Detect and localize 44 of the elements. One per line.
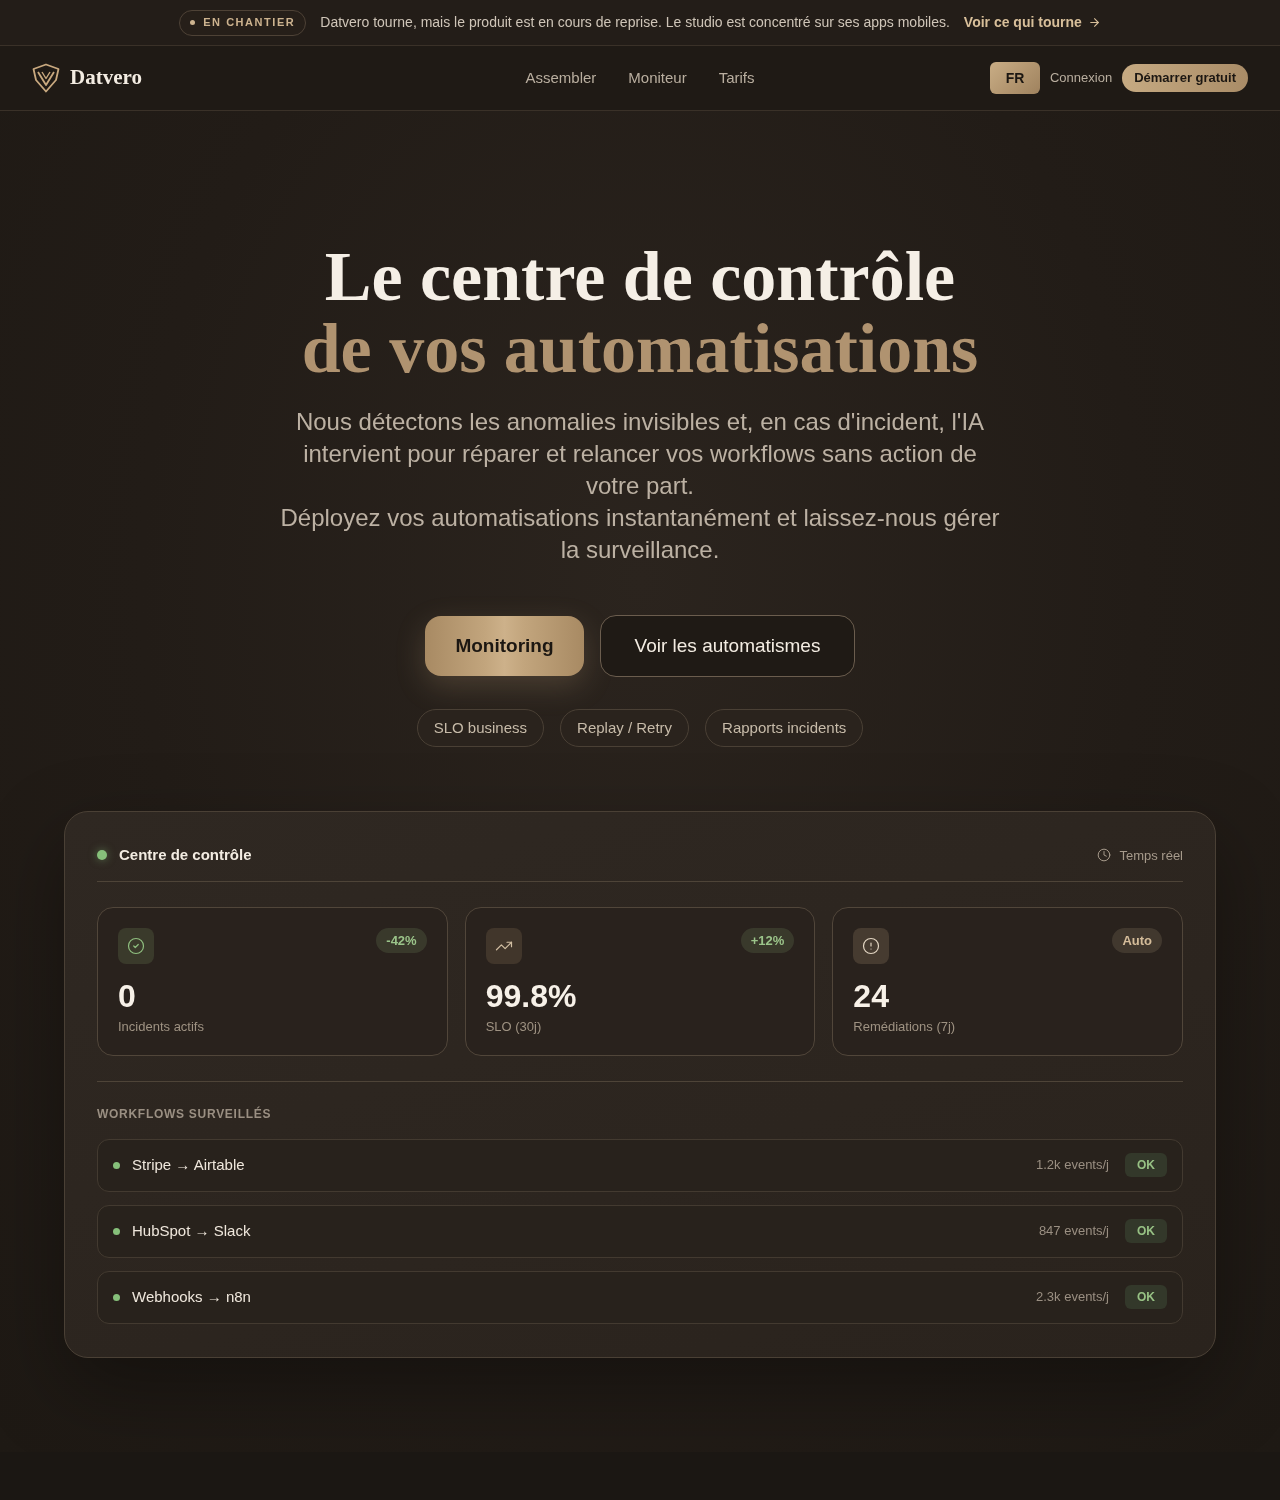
hero-title-accent: de vos automatisations <box>301 313 979 385</box>
shield-logo-icon <box>32 63 60 93</box>
trending-up-icon <box>485 927 522 964</box>
feature-chip: Rapports incidents <box>705 709 864 747</box>
ok-status: OK <box>1125 1153 1167 1177</box>
section-title: WORKFLOWS SURVEILLÉS <box>97 1105 273 1122</box>
hero-title: Le centre de contrôle <box>324 241 956 313</box>
dashboard-title: Centre de contrôle <box>119 845 252 865</box>
metric-label: Remédiations (7j) <box>853 1017 957 1036</box>
change-badge: +12% <box>740 927 795 953</box>
badge-label: EN CHANTIER <box>203 15 296 31</box>
ok-status: OK <box>1125 1219 1167 1243</box>
hero-description: Nous détectons les anomalies invisibles et, en cas d'incident, l'IA intervient pour réparer et relancer vos workflows sans action de votre part. <box>294 407 986 501</box>
metric-value: 99.8% <box>485 976 578 1016</box>
brand-name: Datvero <box>70 64 142 92</box>
live-label: Temps réel <box>1119 846 1183 865</box>
arrow-right-icon <box>1087 16 1101 29</box>
ok-status: OK <box>1125 1285 1167 1309</box>
start-free-button[interactable]: Démarrer gratuit <box>1122 64 1248 92</box>
event-volume: 847 events/j <box>1038 1222 1109 1241</box>
workflow-name: HubSpot → Slack <box>132 1220 251 1241</box>
nav-link[interactable]: Assembler <box>525 66 597 90</box>
nav-link[interactable]: Tarifs <box>718 66 755 90</box>
event-volume: 1.2k events/j <box>1036 1156 1109 1175</box>
announcement-link[interactable]: Voir ce qui tourne <box>963 12 1101 33</box>
language-button[interactable]: FR <box>989 62 1040 94</box>
feature-chip: SLO business <box>416 709 545 747</box>
hero-description: Déployez vos automatisations instantanément et laissez-nous gérer la surveillance. <box>279 503 1001 565</box>
feature-chip: Replay / Retry <box>560 709 690 747</box>
metric-label: Incidents actifs <box>118 1017 205 1036</box>
change-badge: Auto <box>1112 927 1162 953</box>
announcement-text: Datvero tourne, mais le produit est en cours de reprise. Le studio est concentré sur ses apps mobiles. <box>320 13 950 32</box>
clock-icon <box>1097 848 1112 863</box>
metric-label: SLO (30j) <box>485 1017 543 1036</box>
nav-link[interactable]: Moniteur <box>628 66 687 90</box>
metric-value: 0 <box>118 976 137 1016</box>
workflow-name: Webhooks → n8n <box>132 1286 251 1307</box>
change-badge: -42% <box>376 927 427 953</box>
metric-value: 24 <box>853 976 890 1016</box>
automations-button[interactable]: Voir les automatismes <box>600 615 855 677</box>
workflow-name: Stripe → Airtable <box>132 1154 245 1175</box>
event-volume: 2.3k events/j <box>1036 1288 1109 1307</box>
monitoring-button[interactable]: Monitoring <box>425 616 584 676</box>
login-link[interactable]: Connexion <box>1047 68 1115 88</box>
